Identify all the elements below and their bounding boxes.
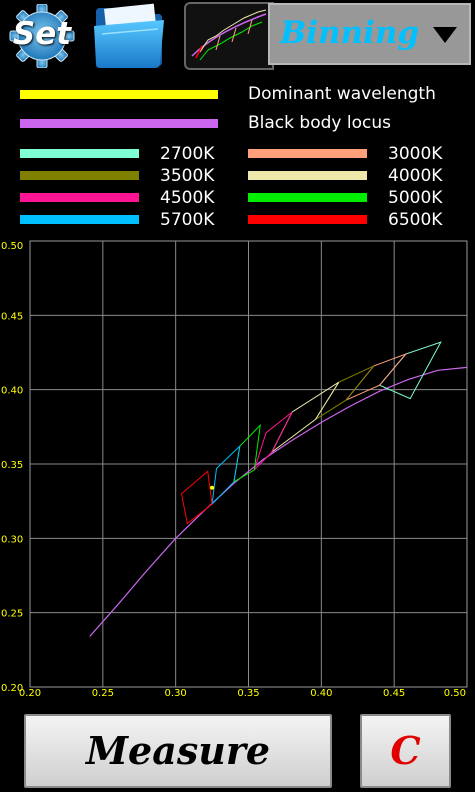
y-tick-label: 0.50 bbox=[1, 241, 23, 252]
y-tick-label: 0.45 bbox=[1, 311, 23, 322]
legend-swatch-3000k bbox=[248, 149, 367, 158]
y-tick-label: 0.30 bbox=[1, 534, 23, 545]
legend-swatch-2700k bbox=[20, 149, 139, 158]
chromaticity-chart: 0.20 0.25 0.30 0.35 0.40 0.45 0.500.200.250.30… bbox=[1, 240, 468, 699]
legend-label-dominant-wavelength: Dominant wavelength bbox=[248, 84, 436, 104]
legend-label-black-body-locus: Black body locus bbox=[248, 113, 391, 133]
legend-label-4000k: 4000K bbox=[388, 166, 443, 186]
chart-thumbnail-icon bbox=[191, 9, 267, 61]
set-label: Set bbox=[12, 16, 72, 52]
mode-dropdown-value: Binning bbox=[280, 15, 420, 51]
measured-point bbox=[210, 485, 215, 490]
open-folder-button[interactable] bbox=[92, 2, 168, 70]
x-tick-label: 0.35 bbox=[237, 688, 259, 699]
y-tick-label: 0.35 bbox=[1, 460, 23, 471]
x-tick-label: 0.40 bbox=[310, 688, 332, 699]
dropdown-arrow-icon bbox=[433, 27, 457, 43]
x-tick-label: 0.25 bbox=[92, 688, 114, 699]
legend-label-5000k: 5000K bbox=[388, 188, 443, 208]
legend-swatch-black-body-locus bbox=[20, 119, 218, 128]
legend-swatch-dominant-wavelength bbox=[20, 90, 218, 99]
chart-thumbnail-button[interactable] bbox=[184, 2, 274, 70]
clear-button[interactable]: C bbox=[360, 714, 451, 788]
legend-swatch-5000k bbox=[248, 193, 367, 202]
legend-label-3000k: 3000K bbox=[388, 144, 443, 164]
legend-swatch-5700k bbox=[20, 215, 139, 224]
legend-label-5700k: 5700K bbox=[160, 210, 215, 230]
y-tick-label: 0.25 bbox=[1, 609, 23, 620]
chromaticity-plot[interactable]: 0.20 0.25 0.30 0.35 0.40 0.45 0.50 0.20 0.25 0.30… bbox=[0, 232, 475, 702]
legend-swatch-3500k bbox=[20, 171, 139, 180]
legend-swatch-4500k bbox=[20, 193, 139, 202]
measure-label: Measure bbox=[85, 728, 271, 773]
measure-button[interactable]: Measure bbox=[24, 714, 332, 788]
x-tick-label: 0.45 bbox=[383, 688, 405, 699]
clear-label: C bbox=[390, 728, 421, 773]
legend-label-3500k: 3500K bbox=[160, 166, 215, 186]
x-tick-label: 0.30 bbox=[165, 688, 187, 699]
legend-swatch-4000k bbox=[248, 171, 367, 180]
y-tick-label: 0.40 bbox=[1, 386, 23, 397]
legend-label-2700k: 2700K bbox=[160, 144, 215, 164]
x-tick-label: 0.50 bbox=[444, 688, 466, 699]
folder-icon bbox=[94, 3, 164, 68]
legend-label-6500k: 6500K bbox=[388, 210, 443, 230]
legend: Dominant wavelength Black body locus 270… bbox=[0, 80, 475, 230]
y-tick-label: 0.20 bbox=[1, 683, 23, 694]
mode-dropdown[interactable]: Binning bbox=[268, 3, 471, 65]
toolbar: Set Binning bbox=[0, 0, 475, 72]
legend-swatch-6500k bbox=[248, 215, 367, 224]
set-button[interactable]: Set bbox=[6, 4, 78, 68]
legend-label-4500k: 4500K bbox=[160, 188, 215, 208]
